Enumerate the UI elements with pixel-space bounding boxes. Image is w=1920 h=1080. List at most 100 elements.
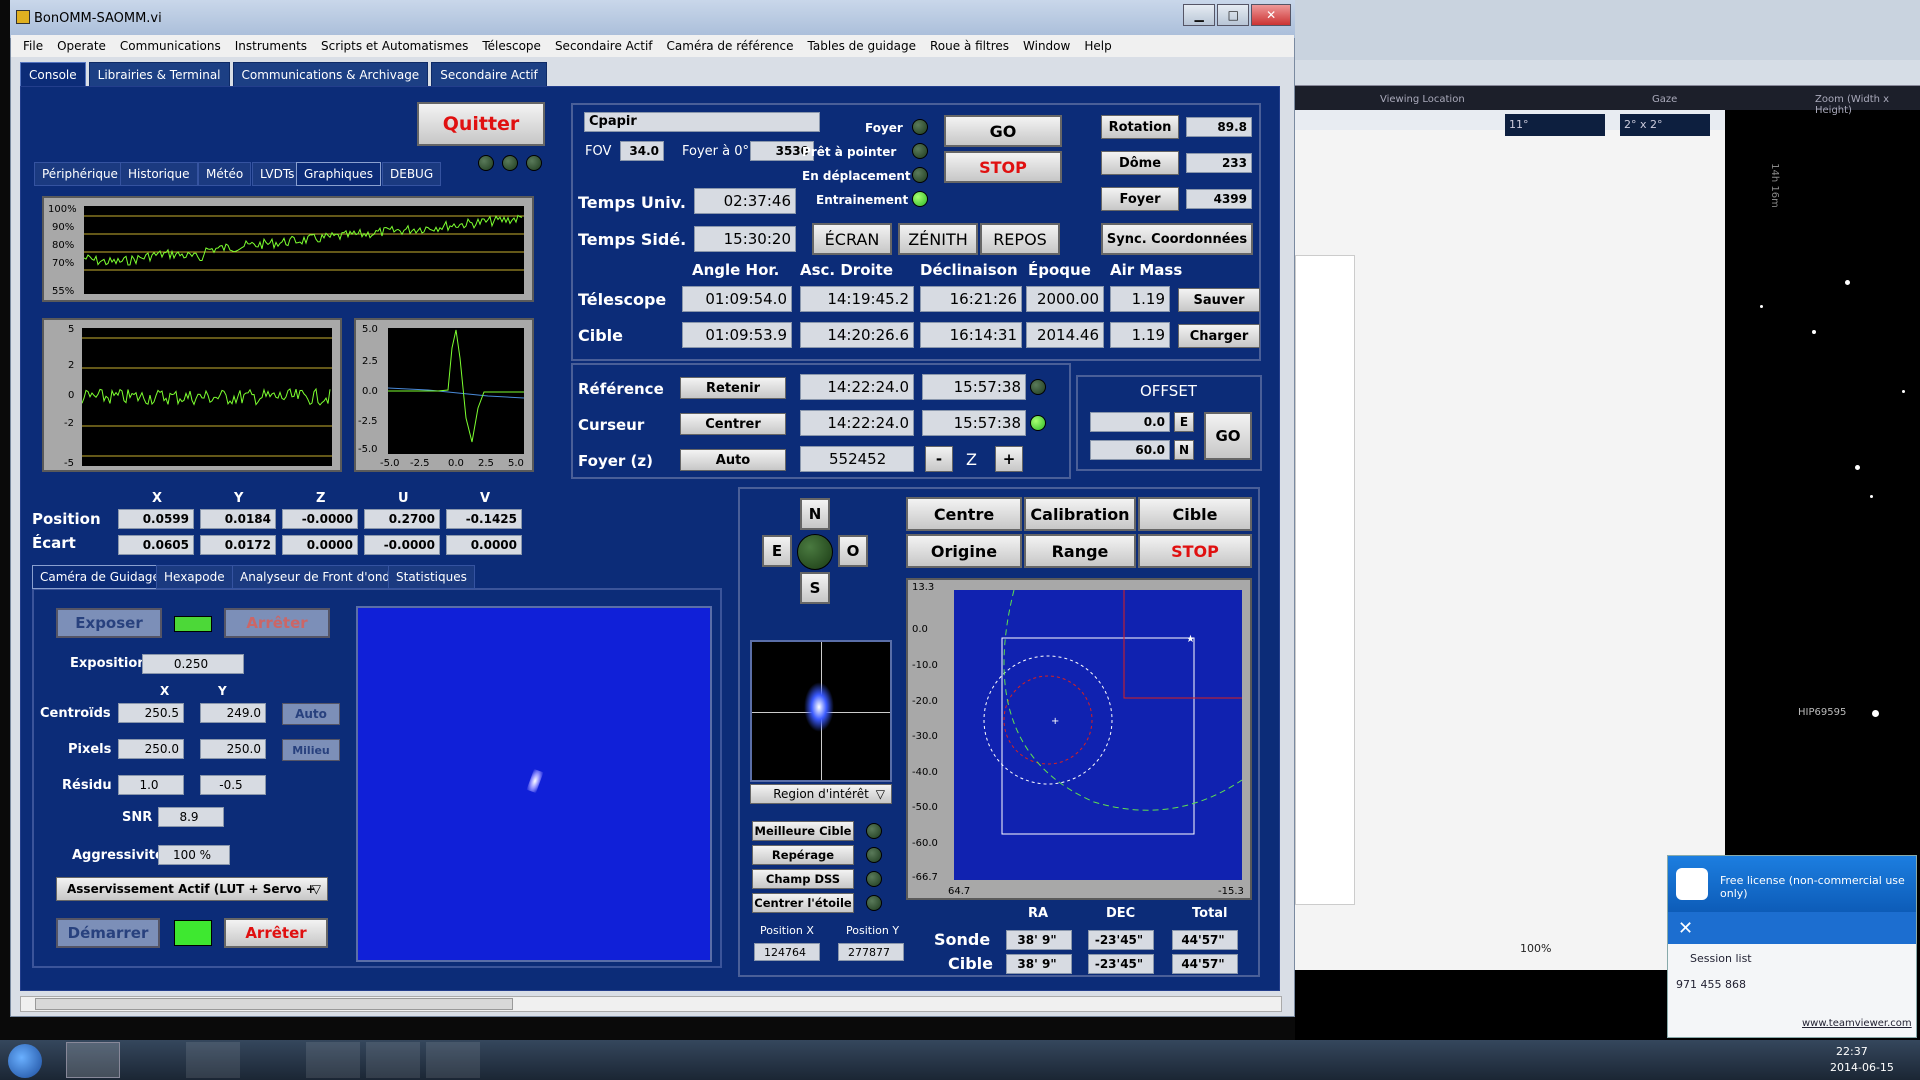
guide-tab-2[interactable]: Analyseur de Front d'onde xyxy=(232,565,406,589)
menu-window[interactable]: Window xyxy=(1023,39,1070,53)
tab-secondaire-actif[interactable]: Secondaire Actif xyxy=(431,62,547,87)
taskbar-app7[interactable] xyxy=(426,1042,480,1078)
zoom-field[interactable]: 2° x 2° xyxy=(1620,114,1710,136)
menu-file[interactable]: File xyxy=(23,39,43,53)
scrollbar-thumb[interactable] xyxy=(35,998,513,1010)
aggressivite-field[interactable]: 100 % xyxy=(158,845,230,865)
taskbar-app6[interactable] xyxy=(366,1042,420,1078)
offset-n-button[interactable]: N xyxy=(1174,440,1194,460)
offset-n-value[interactable]: 60.0 xyxy=(1090,440,1170,460)
servo-stop-button[interactable]: Arrêter xyxy=(224,918,328,948)
taskbar-labview[interactable] xyxy=(66,1042,120,1078)
horizontal-scrollbar[interactable] xyxy=(20,996,1282,1012)
subtab-historique[interactable]: Historique xyxy=(120,162,198,186)
subtab-debug[interactable]: DEBUG xyxy=(382,162,442,186)
close-icon[interactable]: ✕ xyxy=(1251,4,1291,26)
foyer-z-value[interactable]: 552452 xyxy=(800,446,914,472)
paddle-east-button[interactable]: E xyxy=(762,535,792,567)
camera-image[interactable] xyxy=(356,606,712,962)
calibration-button[interactable]: Calibration xyxy=(1024,497,1136,531)
window-titlebar[interactable]: BonOMM-SAOMM.vi xyxy=(10,0,1295,38)
subtab-graphiques[interactable]: Graphiques xyxy=(296,162,381,186)
clock-date[interactable]: 2014-06-15 xyxy=(1830,1061,1894,1074)
start-button[interactable] xyxy=(8,1044,42,1078)
teamviewer-link[interactable]: www.teamviewer.com xyxy=(1802,1018,1912,1029)
tab-communications-archivage[interactable]: Communications & Archivage xyxy=(232,62,429,87)
zoom-percent[interactable]: 100% xyxy=(1520,942,1551,955)
taskbar-app5[interactable] xyxy=(306,1042,360,1078)
menu-t-lescope[interactable]: Télescope xyxy=(482,39,541,53)
menu-help[interactable]: Help xyxy=(1084,39,1111,53)
menu-roue-filtres[interactable]: Roue à filtres xyxy=(930,39,1009,53)
guide-tab-0[interactable]: Caméra de Guidage xyxy=(32,565,168,589)
close-icon[interactable]: ✕ xyxy=(1678,918,1693,939)
guide-tab-3[interactable]: Statistiques xyxy=(388,565,475,589)
pixels-x[interactable]: 250.0 xyxy=(118,739,184,759)
session-list-label[interactable]: Session list xyxy=(1690,952,1752,965)
pixels-y[interactable]: 250.0 xyxy=(200,739,266,759)
offset-e-button[interactable]: E xyxy=(1174,412,1194,432)
offset-e-value[interactable]: 0.0 xyxy=(1090,412,1170,432)
quit-button[interactable]: Quitter xyxy=(417,102,545,146)
zenith-button[interactable]: ZÉNITH xyxy=(898,223,978,255)
star-btn-2[interactable]: Champ DSS xyxy=(752,869,854,889)
servo-select[interactable]: Asservissement Actif (LUT + Servo + ▽ xyxy=(56,877,328,901)
menu-scripts-et-automatismes[interactable]: Scripts et Automatismes xyxy=(321,39,468,53)
menu-secondaire-actif[interactable]: Secondaire Actif xyxy=(555,39,653,53)
target-name-field[interactable]: Cpapir xyxy=(584,112,820,132)
clock-time[interactable]: 22:37 xyxy=(1836,1045,1868,1058)
taskbar-app4[interactable] xyxy=(246,1042,300,1078)
stop-button[interactable]: STOP xyxy=(944,151,1062,183)
paddle-center-led[interactable] xyxy=(797,534,833,570)
range-button[interactable]: Range xyxy=(1024,534,1136,568)
milieu-button[interactable]: Milieu xyxy=(282,739,340,761)
roi-image[interactable] xyxy=(750,640,892,782)
guide-tab-1[interactable]: Hexapode xyxy=(156,565,233,589)
sync-coords-button[interactable]: Sync. Coordonnées xyxy=(1101,223,1253,255)
paddle-south-button[interactable]: S xyxy=(800,572,830,604)
foyer-button[interactable]: Foyer xyxy=(1101,187,1179,211)
roi-select[interactable]: Region d'intérêt ▽ xyxy=(750,784,892,804)
paddle-west-button[interactable]: O xyxy=(838,535,868,567)
foyer-minus-button[interactable]: - xyxy=(925,446,953,472)
centrer-button[interactable]: Centrer xyxy=(680,413,786,435)
menu-operate[interactable]: Operate xyxy=(57,39,106,53)
camera-stop-button[interactable]: Arrêter xyxy=(224,608,330,638)
repos-button[interactable]: REPOS xyxy=(980,223,1060,255)
minimize-icon[interactable]: ▁ xyxy=(1183,4,1216,26)
star-btn-0[interactable]: Meilleure Cible xyxy=(752,821,854,841)
star-btn-3[interactable]: Centrer l'étoile xyxy=(752,893,854,913)
offset-go-button[interactable]: GO xyxy=(1204,412,1252,460)
tab-librairies-terminal[interactable]: Librairies & Terminal xyxy=(88,62,230,87)
paddle-north-button[interactable]: N xyxy=(800,498,830,530)
cible-button[interactable]: Cible xyxy=(1138,497,1252,531)
ecran-button[interactable]: ÉCRAN xyxy=(812,223,892,255)
taskbar-app3[interactable] xyxy=(186,1042,240,1078)
taskbar-explorer[interactable] xyxy=(126,1042,180,1078)
exposition-field[interactable]: 0.250 xyxy=(142,654,244,674)
teamviewer-id[interactable]: 971 455 868 xyxy=(1676,978,1746,991)
rotation-button[interactable]: Rotation xyxy=(1101,115,1179,139)
origine-button[interactable]: Origine xyxy=(906,534,1022,568)
sauver-button[interactable]: Sauver xyxy=(1178,288,1260,312)
auto-button[interactable]: Auto xyxy=(282,703,340,725)
subtab-lvdts[interactable]: LVDTs xyxy=(252,162,303,186)
subtab-p-riph-rique[interactable]: Périphérique xyxy=(34,162,126,186)
menu-instruments[interactable]: Instruments xyxy=(235,39,307,53)
fov-field[interactable]: 11° xyxy=(1505,114,1605,136)
menu-tables-de-guidage[interactable]: Tables de guidage xyxy=(808,39,916,53)
fov-field[interactable]: 34.0 xyxy=(620,141,664,161)
foyer-plus-button[interactable]: + xyxy=(995,446,1023,472)
star-btn-1[interactable]: Repérage xyxy=(752,845,854,865)
field-stop-button[interactable]: STOP xyxy=(1138,534,1252,568)
expose-button[interactable]: Exposer xyxy=(56,608,162,638)
centre-button[interactable]: Centre xyxy=(906,497,1022,531)
menu-cam-ra-de-r-f-rence[interactable]: Caméra de référence xyxy=(667,39,794,53)
maximize-icon[interactable]: □ xyxy=(1217,4,1250,26)
field-graph-plot[interactable]: + ★ xyxy=(954,589,1243,880)
retenir-button[interactable]: Retenir xyxy=(680,377,786,399)
charger-button[interactable]: Charger xyxy=(1178,324,1260,348)
menu-communications[interactable]: Communications xyxy=(120,39,221,53)
go-button[interactable]: GO xyxy=(944,115,1062,147)
subtab-m-t-o[interactable]: Météo xyxy=(198,162,252,186)
